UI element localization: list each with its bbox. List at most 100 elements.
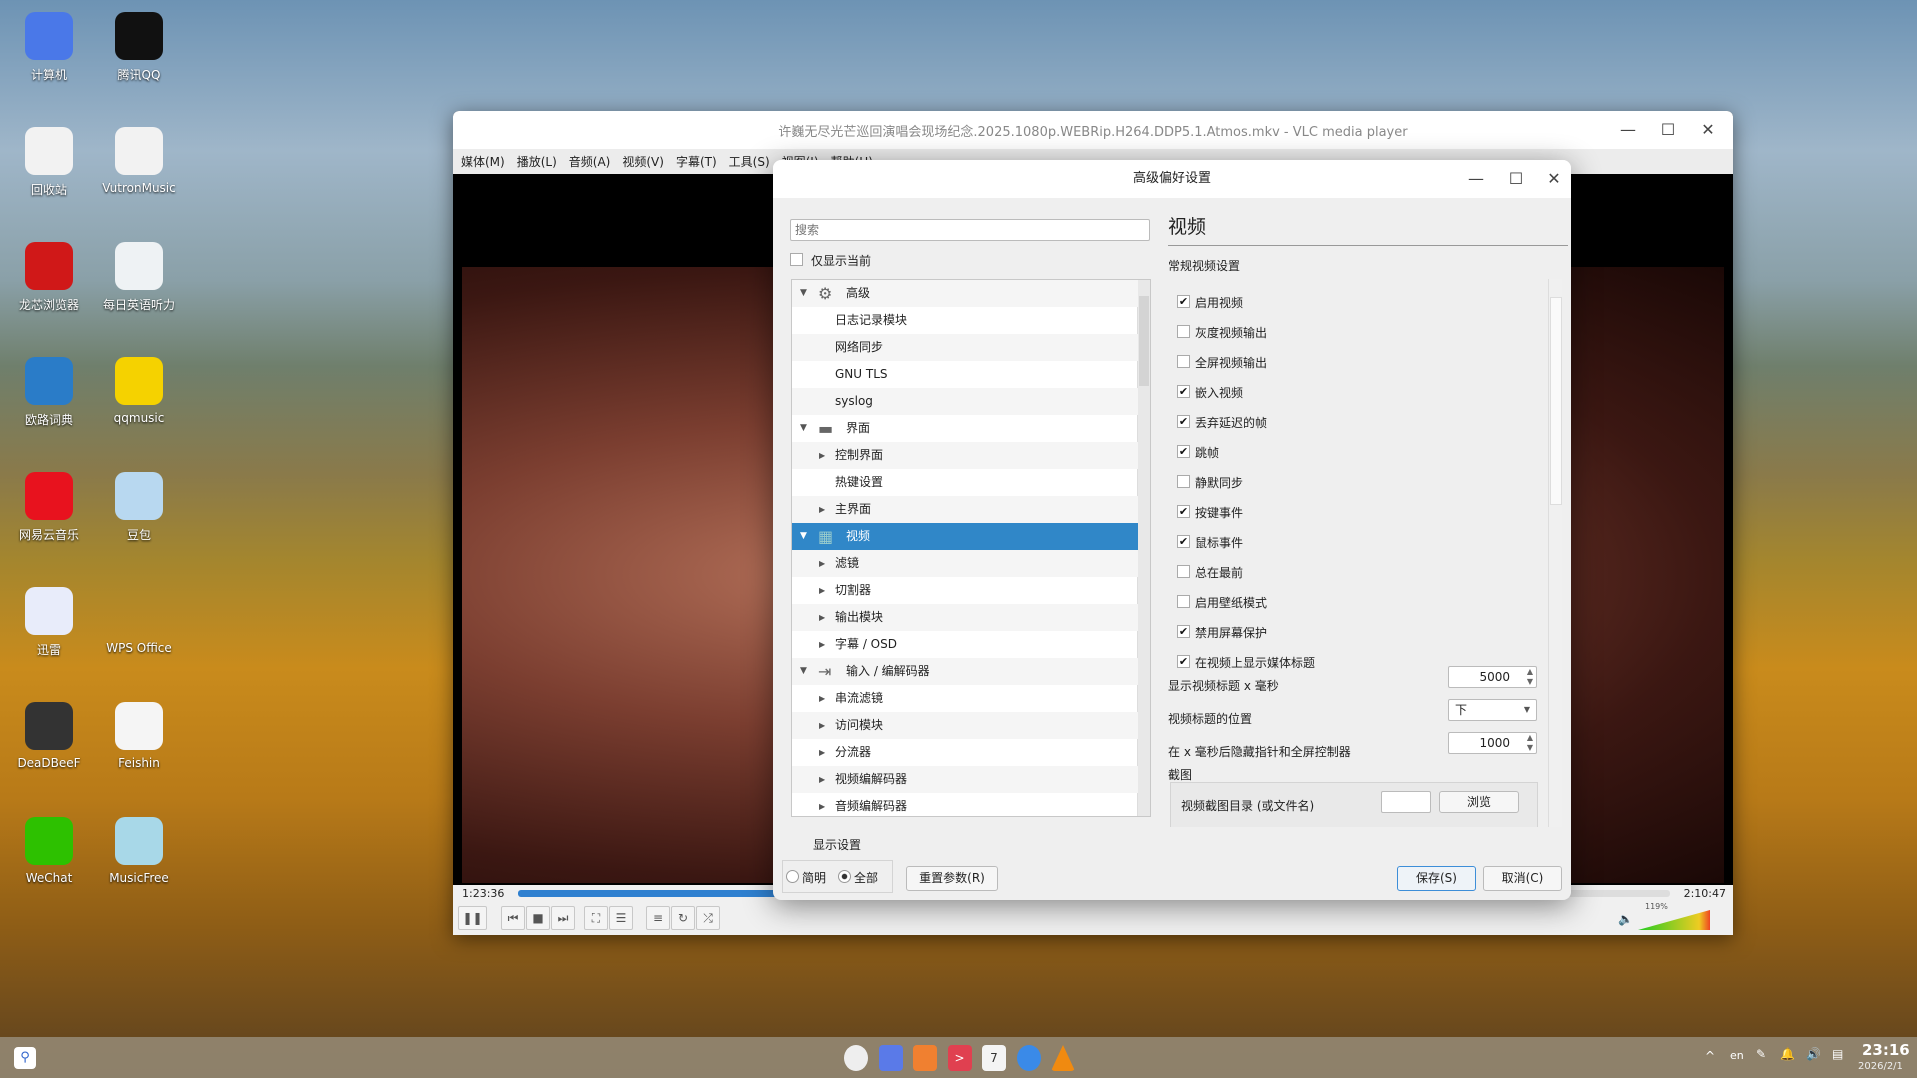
tree-item[interactable]: ▼ ▦ 视频	[792, 523, 1138, 550]
tree-item[interactable]: ▶ 视频编解码器	[792, 766, 1138, 793]
desktop-icon-迅雷[interactable]: 迅雷	[4, 587, 94, 658]
title-duration-spinbox[interactable]: 5000 ▲ ▼	[1448, 666, 1537, 688]
tree-item[interactable]: GNU TLS	[792, 361, 1138, 388]
dialog-maximize-button[interactable]: ☐	[1501, 168, 1531, 190]
pause-button[interactable]: ❚❚	[458, 906, 487, 930]
expand-arrow-icon[interactable]: ▶	[819, 685, 825, 712]
shuffle-button[interactable]: ⤮	[696, 906, 720, 930]
expand-arrow-icon[interactable]: ▼	[800, 658, 807, 685]
search-input[interactable]	[790, 219, 1150, 241]
app-store-icon[interactable]	[913, 1045, 937, 1071]
expand-arrow-icon[interactable]: ▼	[800, 523, 807, 550]
file-manager-icon[interactable]	[878, 1045, 903, 1071]
tree-item[interactable]: ▼ ⚙ 高级	[792, 280, 1138, 307]
cancel-button[interactable]: 取消(C)	[1483, 866, 1562, 891]
vlc-icon[interactable]	[1051, 1045, 1075, 1071]
expand-arrow-icon[interactable]: ▶	[819, 577, 825, 604]
desktop-icon-feishin[interactable]: Feishin	[94, 702, 184, 770]
browse-button[interactable]: 浏览	[1439, 791, 1519, 813]
tree-item[interactable]: syslog	[792, 388, 1138, 415]
stop-button[interactable]: ■	[526, 906, 550, 930]
input-method-indicator[interactable]: en	[1730, 1049, 1744, 1062]
close-button[interactable]: ✕	[1693, 119, 1723, 141]
expand-arrow-icon[interactable]: ▶	[819, 496, 825, 523]
option-checkbox[interactable]: ✔	[1177, 415, 1190, 428]
tree-item[interactable]: ▶ 串流滤镜	[792, 685, 1138, 712]
dialog-close-button[interactable]: ✕	[1539, 168, 1569, 190]
reset-button[interactable]: 重置参数(R)	[906, 866, 998, 891]
desktop-icon-deadbeef[interactable]: DeaDBeeF	[4, 702, 94, 770]
dialog-minimize-button[interactable]: —	[1461, 168, 1491, 190]
expand-arrow-icon[interactable]: ▶	[819, 739, 825, 766]
tray-expand-icon[interactable]: ^	[1705, 1049, 1715, 1063]
tree-item[interactable]: 日志记录模块	[792, 307, 1138, 334]
tree-item[interactable]: ▶ 分流器	[792, 739, 1138, 766]
tree-item[interactable]: ▶ 控制界面	[792, 442, 1138, 469]
title-position-select[interactable]: 下 ▼	[1448, 699, 1537, 721]
expand-arrow-icon[interactable]: ▶	[819, 793, 825, 816]
show-current-only-checkbox[interactable]	[790, 253, 803, 266]
hide-cursor-spinbox[interactable]: 1000 ▲ ▼	[1448, 732, 1537, 754]
tree-item[interactable]: ▶ 切割器	[792, 577, 1138, 604]
option-checkbox[interactable]	[1177, 595, 1190, 608]
fullscreen-button[interactable]: ⛶	[584, 906, 608, 930]
search-icon[interactable]: ⚲	[14, 1047, 36, 1069]
notification-bell-icon[interactable]: 🔔	[1780, 1047, 1795, 1061]
tree-item[interactable]: ▶ 访问模块	[792, 712, 1138, 739]
tree-scrollbar-thumb[interactable]	[1139, 296, 1149, 386]
desktop-icon-龙芯浏览器[interactable]: 龙芯浏览器	[4, 242, 94, 313]
tree-item[interactable]: 网络同步	[792, 334, 1138, 361]
expand-arrow-icon[interactable]: ▶	[819, 712, 825, 739]
option-checkbox[interactable]: ✔	[1177, 445, 1190, 458]
all-radio[interactable]	[838, 870, 851, 883]
menu-item[interactable]: 字幕(T)	[676, 153, 717, 170]
tree-item[interactable]: ▶ 音频编解码器	[792, 793, 1138, 816]
tree-item[interactable]: ▶ 主界面	[792, 496, 1138, 523]
desktop-icon-wechat[interactable]: WeChat	[4, 817, 94, 885]
expand-arrow-icon[interactable]: ▶	[819, 631, 825, 658]
desktop-icon-wps-office[interactable]: WPS Office	[94, 587, 184, 655]
tree-scrollbar[interactable]	[1137, 280, 1150, 816]
previous-button[interactable]: ⏮	[501, 906, 525, 930]
option-checkbox[interactable]: ✔	[1177, 505, 1190, 518]
option-checkbox[interactable]	[1177, 475, 1190, 488]
desktop-icon-musicfree[interactable]: MusicFree	[94, 817, 184, 885]
expand-arrow-icon[interactable]: ▶	[819, 604, 825, 631]
option-checkbox[interactable]: ✔	[1177, 535, 1190, 548]
tree-item[interactable]: ▼ ▬ 界面	[792, 415, 1138, 442]
tree-item[interactable]: ▶ 输出模块	[792, 604, 1138, 631]
desktop-icon-每日英语听力[interactable]: 每日英语听力	[94, 242, 184, 313]
menu-item[interactable]: 视频(V)	[622, 153, 664, 170]
desktop-icon-豆包[interactable]: 豆包	[94, 472, 184, 543]
tree-item[interactable]: ▼ ⇥ 输入 / 编解码器	[792, 658, 1138, 685]
desktop-icon-网易云音乐[interactable]: 网易云音乐	[4, 472, 94, 543]
minimize-button[interactable]: —	[1613, 119, 1643, 141]
menu-item[interactable]: 音频(A)	[569, 153, 611, 170]
save-button[interactable]: 保存(S)	[1397, 866, 1476, 891]
maximize-button[interactable]: ☐	[1653, 119, 1683, 141]
expand-arrow-icon[interactable]: ▶	[819, 442, 825, 469]
desktop-icon-qqmusic[interactable]: qqmusic	[94, 357, 184, 425]
tree-item[interactable]: ▶ 字幕 / OSD	[792, 631, 1138, 658]
terminal-icon[interactable]: >	[947, 1045, 972, 1071]
simple-radio[interactable]	[786, 870, 799, 883]
launcher-icon[interactable]	[844, 1045, 868, 1071]
desktop-icon-欧路词典[interactable]: 欧路词典	[4, 357, 94, 428]
tree-item[interactable]: ▶ 滤镜	[792, 550, 1138, 577]
spin-arrows-icon[interactable]: ▲ ▼	[1527, 667, 1533, 687]
expand-arrow-icon[interactable]: ▼	[800, 280, 807, 307]
menu-item[interactable]: 工具(S)	[729, 153, 770, 170]
snapshot-dir-input[interactable]	[1381, 791, 1431, 813]
option-checkbox[interactable]: ✔	[1177, 625, 1190, 638]
menu-item[interactable]: 播放(L)	[517, 153, 557, 170]
pen-icon[interactable]: ✎	[1756, 1047, 1766, 1061]
spin-arrows-icon[interactable]: ▲ ▼	[1527, 733, 1533, 753]
expand-arrow-icon[interactable]: ▶	[819, 766, 825, 793]
options-scrollbar[interactable]	[1548, 279, 1562, 827]
playlist-button[interactable]: ≡	[646, 906, 670, 930]
option-checkbox[interactable]	[1177, 325, 1190, 338]
volume-tray-icon[interactable]: 🔊	[1806, 1047, 1821, 1061]
desktop-icon-腾讯qq[interactable]: 腾讯QQ	[94, 12, 184, 83]
next-button[interactable]: ⏭	[551, 906, 575, 930]
browser-icon[interactable]	[1016, 1045, 1041, 1071]
